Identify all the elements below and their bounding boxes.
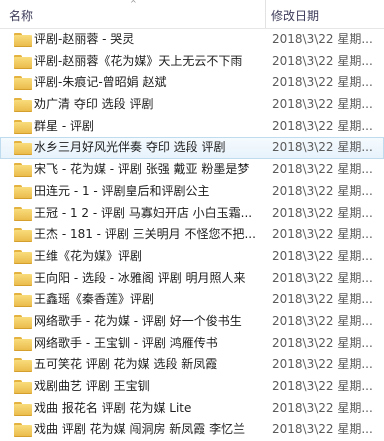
file-name: 王冠 - 1 2 - 评剧 马寡妇开店 小白玉霜...: [34, 205, 253, 220]
folder-icon: [14, 358, 32, 373]
folder-icon: [14, 249, 32, 264]
date-modified: 2018\3\22 星期...: [272, 357, 373, 372]
folder-icon: [14, 184, 32, 199]
date-modified: 2018\3\22 星期...: [272, 227, 373, 242]
date-modified-column-header[interactable]: 修改日期: [271, 7, 319, 24]
file-name: 评剧-赵丽蓉 - 哭灵: [34, 32, 135, 46]
list-item[interactable]: 网络歌手 - 王宝钏 - 评剧 鸿雁传书 2018\3\22 星期...: [0, 333, 384, 355]
folder-icon: [14, 380, 32, 394]
folder-icon: [14, 336, 32, 351]
date-modified: 2018\3\22 星期...: [272, 422, 373, 437]
list-item[interactable]: 田连元 - 1 - 评剧皇后和评剧公主 2018\3\22 星期...: [0, 181, 384, 203]
file-name: 戏曲 评剧 花为媒 闯洞房 新凤霞 李忆兰: [34, 422, 246, 437]
folder-icon: [14, 76, 32, 91]
file-name: 评剧-赵丽蓉《花为媒》天上无云不下雨: [34, 53, 243, 68]
list-item[interactable]: 五可笑花 评剧 花为媒 选段 新凤霞 2018\3\22 星期...: [0, 354, 384, 376]
date-modified: 2018\3\22 星期...: [272, 183, 373, 198]
date-modified: 2018\3\22 星期...: [272, 313, 373, 328]
file-name: 王向阳 - 选段 - 冰雅阁 评剧 明月照人来: [34, 270, 246, 285]
file-list: 评剧-赵丽蓉 - 哭灵 2018\3\22 星期... 评剧-赵丽蓉《花为媒》天上无…: [0, 29, 384, 441]
file-name: 王鑫瑶《秦香莲》评剧: [34, 292, 155, 307]
folder-icon: [14, 141, 32, 156]
date-modified: 2018\3\22 星期...: [272, 400, 373, 415]
list-item[interactable]: 水乡三月好风光伴奏 夺印 选段 评剧 2018\3\22 星期...: [0, 137, 384, 160]
date-modified: 2018\3\22 星期...: [272, 53, 373, 68]
name-column-label: 名称: [9, 9, 34, 23]
date-modified: 2018\3\22 星期...: [272, 248, 373, 263]
list-item[interactable]: 王杰 - 181 - 评剧 三关明月 不怪您不把... 2018\3\22 星期.…: [0, 224, 384, 246]
list-item[interactable]: 宋飞 - 花为媒 - 评剧 张强 戴亚 粉墨是梦 2018\3\22 星期...: [0, 159, 384, 181]
file-name: 王维《花为媒》评剧: [34, 248, 143, 263]
file-name: 宋飞 - 花为媒 - 评剧 张强 戴亚 粉墨是梦: [34, 162, 250, 177]
folder-icon: [14, 33, 32, 47]
date-modified: 2018\3\22 星期...: [272, 97, 373, 112]
column-header: ^ 名称 修改日期: [0, 0, 384, 29]
file-name: 戏剧曲艺 评剧 王宝钏: [34, 379, 150, 393]
folder-icon: [14, 206, 32, 221]
date-modified: 2018\3\22 星期...: [272, 379, 373, 393]
file-name: 水乡三月好风光伴奏 夺印 选段 评剧: [34, 140, 226, 155]
date-modified: 2018\3\22 星期...: [272, 205, 373, 220]
list-item[interactable]: 网络歌手 - 花为媒 - 评剧 好一个俊书生 2018\3\22 星期...: [0, 311, 384, 333]
list-item[interactable]: 群星 - 评剧 2018\3\22 星期...: [0, 116, 384, 138]
folder-icon: [14, 228, 32, 243]
file-name: 群星 - 评剧: [34, 118, 94, 133]
date-modified: 2018\3\22 星期...: [272, 162, 373, 177]
date-modified: 2018\3\22 星期...: [272, 118, 373, 133]
folder-icon: [14, 423, 32, 438]
list-item[interactable]: 评剧-朱痕记-曾昭娟 赵斌 2018\3\22 星期...: [0, 72, 384, 94]
date-modified: 2018\3\22 星期...: [272, 140, 373, 155]
sort-ascending-icon: ^: [130, 0, 137, 8]
date-modified: 2018\3\22 星期...: [272, 270, 373, 285]
folder-icon: [14, 314, 32, 329]
list-item[interactable]: 戏曲 报花名 评剧 花为媒 Lite 2018\3\22 星期...: [0, 398, 384, 420]
file-name: 王杰 - 181 - 评剧 三关明月 不怪您不把...: [34, 227, 256, 242]
folder-icon: [14, 401, 32, 416]
list-item[interactable]: 戏曲 评剧 花为媒 闯洞房 新凤霞 李忆兰 2018\3\22 星期...: [0, 419, 384, 441]
date-modified: 2018\3\22 星期...: [272, 75, 373, 90]
date-modified: 2018\3\22 星期...: [272, 292, 373, 307]
name-column-header[interactable]: ^ 名称: [0, 0, 266, 28]
file-name: 网络歌手 - 王宝钏 - 评剧 鸿雁传书: [34, 335, 218, 350]
file-name: 田连元 - 1 - 评剧皇后和评剧公主: [34, 183, 210, 198]
folder-icon: [14, 98, 32, 113]
list-item[interactable]: 评剧-赵丽蓉《花为媒》天上无云不下雨 2018\3\22 星期...: [0, 51, 384, 73]
list-item[interactable]: 王向阳 - 选段 - 冰雅阁 评剧 明月照人来 2018\3\22 星期...: [0, 268, 384, 290]
folder-icon: [14, 119, 32, 134]
folder-icon: [14, 163, 32, 178]
file-name: 戏曲 报花名 评剧 花为媒 Lite: [34, 400, 192, 415]
date-modified: 2018\3\22 星期...: [272, 32, 373, 46]
list-item[interactable]: 评剧-赵丽蓉 - 哭灵 2018\3\22 星期...: [0, 29, 384, 51]
list-item[interactable]: 王维《花为媒》评剧 2018\3\22 星期...: [0, 246, 384, 268]
file-name: 五可笑花 评剧 花为媒 选段 新凤霞: [34, 357, 218, 372]
date-modified: 2018\3\22 星期...: [272, 335, 373, 350]
list-item[interactable]: 王鑫瑶《秦香莲》评剧 2018\3\22 星期...: [0, 289, 384, 311]
folder-icon: [14, 271, 32, 286]
file-name: 评剧-朱痕记-曾昭娟 赵斌: [34, 75, 167, 90]
list-item[interactable]: 劝广清 夺印 选段 评剧 2018\3\22 星期...: [0, 94, 384, 116]
file-name: 网络歌手 - 花为媒 - 评剧 好一个俊书生: [34, 313, 242, 328]
list-item[interactable]: 王冠 - 1 2 - 评剧 马寡妇开店 小白玉霜... 2018\3\22 星期.…: [0, 203, 384, 225]
file-name: 劝广清 夺印 选段 评剧: [34, 97, 154, 112]
folder-icon: [14, 54, 32, 69]
folder-icon: [14, 293, 32, 308]
list-item[interactable]: 戏剧曲艺 评剧 王宝钏 2018\3\22 星期...: [0, 376, 384, 398]
